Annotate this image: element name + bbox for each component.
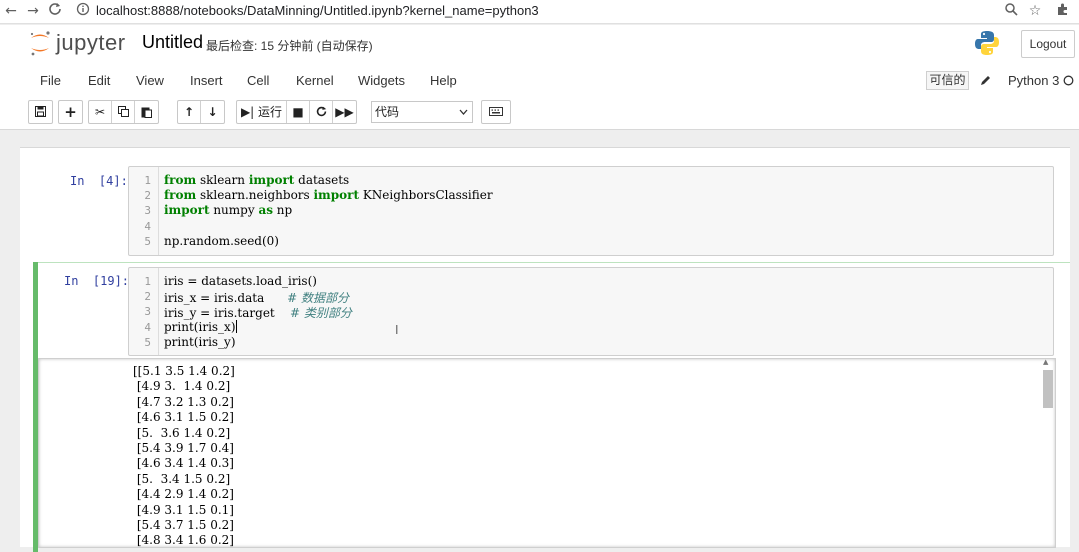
cut-icon[interactable]: ✂ [89, 101, 112, 123]
line-number: 1 [144, 174, 151, 187]
scrollbar-thumb[interactable] [1043, 370, 1053, 408]
menu-edit[interactable]: Edit [88, 73, 110, 88]
jupyter-logo-text[interactable]: jupyter [56, 30, 126, 56]
output-line: [[5.1 3.5 1.4 0.2] [133, 364, 235, 378]
cell-prompt: In [4]: [70, 174, 128, 188]
toolbar-run-group: ▶| 运行 ■ ▶▶ [236, 100, 357, 124]
logout-button[interactable]: Logout [1021, 30, 1075, 58]
mouse-ibeam-cursor: I [395, 323, 399, 337]
notebook-top-border [20, 147, 1070, 148]
menu-widgets[interactable]: Widgets [358, 73, 405, 88]
line-number: 3 [144, 305, 151, 318]
info-icon[interactable] [74, 2, 92, 20]
forward-arrow-icon[interactable]: → [24, 2, 42, 20]
extension-icon[interactable] [1054, 2, 1072, 20]
code-line: from sklearn.neighbors import KNeighbors… [164, 188, 493, 202]
code-line: print(iris_x) [164, 320, 237, 334]
edit-pencil-icon[interactable] [980, 74, 992, 86]
back-arrow-icon[interactable]: ← [2, 2, 20, 20]
save-status: 最后检查: 15 分钟前 (自动保存) [206, 39, 373, 53]
output-line: [4.4 2.9 1.4 0.2] [133, 487, 234, 502]
line-number: 5 [144, 235, 151, 248]
line-number: 4 [144, 321, 151, 334]
cell-type-value: 代码 [375, 105, 400, 119]
arrow-up-icon[interactable]: ↑ [178, 101, 201, 123]
output-line: [5. 3.4 1.5 0.2] [133, 471, 231, 486]
output-line: [4.6 3.1 1.5 0.2] [133, 410, 234, 425]
copy-icon[interactable] [112, 101, 135, 123]
code-line: iris = datasets.load_iris() [164, 274, 317, 288]
python-logo-icon [975, 31, 999, 55]
toolbar-palette-group [481, 100, 511, 124]
toolbar-save-group [28, 100, 53, 124]
code-cell-editor[interactable]: 1 2 3 4 5 from sklearn import datasets f… [128, 166, 1054, 256]
address-bar[interactable]: localhost:8888/notebooks/DataMinning/Unt… [96, 3, 539, 18]
paste-icon[interactable] [135, 101, 158, 123]
output-line: [4.6 3.4 1.4 0.3] [133, 456, 234, 471]
code-line: np.random.seed(0) [164, 234, 279, 248]
line-number: 3 [144, 204, 151, 217]
menu-cell[interactable]: Cell [247, 73, 269, 88]
fast-forward-icon[interactable]: ▶▶ [333, 101, 356, 123]
code-line: iris_y = iris.target # 类别部分 [164, 306, 352, 320]
code-line: import numpy as np [164, 203, 293, 217]
toolbar-insert-group: + [58, 100, 83, 124]
arrow-down-icon[interactable]: ↓ [201, 101, 224, 123]
output-line: [5. 3.6 1.4 0.2] [133, 425, 231, 440]
cell-type-select[interactable]: 代码 [371, 101, 473, 123]
trusted-badge[interactable]: 可信的 [926, 71, 969, 90]
restart-icon[interactable] [310, 101, 333, 123]
cell-prompt: In [19]: [64, 274, 130, 288]
save-icon[interactable] [29, 101, 52, 123]
reload-icon[interactable] [46, 2, 64, 20]
output-line: [5.4 3.9 1.7 0.4] [133, 441, 234, 455]
kernel-status-icon [1063, 75, 1074, 86]
jupyter-logo-icon[interactable] [28, 29, 52, 57]
notebook-title[interactable]: Untitled [142, 32, 203, 53]
keyboard-icon[interactable] [482, 101, 510, 123]
run-button[interactable]: ▶| 运行 [237, 101, 287, 123]
code-line: from sklearn import datasets [164, 173, 350, 187]
line-number: 2 [144, 189, 151, 202]
output-line: [4.8 3.4 1.6 0.2] [133, 533, 234, 548]
menu-file[interactable]: File [40, 73, 61, 88]
run-label: 运行 [258, 105, 283, 119]
stop-icon[interactable]: ■ [287, 101, 310, 123]
zoom-icon[interactable] [1002, 2, 1020, 20]
run-icon: ▶| [240, 105, 255, 119]
scroll-up-arrow-icon[interactable]: ▲ [1043, 358, 1048, 366]
toolbar-edit-group: ✂ [88, 100, 159, 124]
output-line: [5.4 3.7 1.5 0.2] [133, 518, 234, 532]
kernel-name[interactable]: Python 3 [1008, 73, 1059, 88]
star-icon[interactable]: ☆ [1026, 2, 1044, 20]
chevron-down-icon [459, 109, 468, 115]
line-number: 2 [144, 290, 151, 303]
jupyter-header: jupyter Untitled 最后检查: 15 分钟前 (自动保存) Log… [0, 25, 1079, 130]
output-line: [4.9 3. 1.4 0.2] [133, 379, 231, 394]
selected-cell-border [38, 262, 1070, 263]
toolbar-move-group: ↑ ↓ [177, 100, 225, 124]
menu-help[interactable]: Help [430, 73, 457, 88]
code-cell-editor[interactable]: 1 2 3 4 5 iris = datasets.load_iris() ir… [128, 267, 1054, 356]
menu-kernel[interactable]: Kernel [296, 73, 334, 88]
menu-view[interactable]: View [136, 73, 164, 88]
menu-insert[interactable]: Insert [190, 73, 223, 88]
line-number: 5 [144, 336, 151, 349]
line-number: 4 [144, 220, 151, 233]
code-line: print(iris_y) [164, 335, 236, 349]
browser-toolbar: ← → localhost:8888/notebooks/DataMinning… [0, 0, 1079, 24]
output-line: [4.9 3.1 1.5 0.1] [133, 502, 234, 517]
line-number: 1 [144, 275, 151, 288]
plus-icon[interactable]: + [59, 101, 82, 123]
text-cursor [235, 320, 237, 333]
output-line: [4.7 3.2 1.3 0.2] [133, 394, 234, 409]
